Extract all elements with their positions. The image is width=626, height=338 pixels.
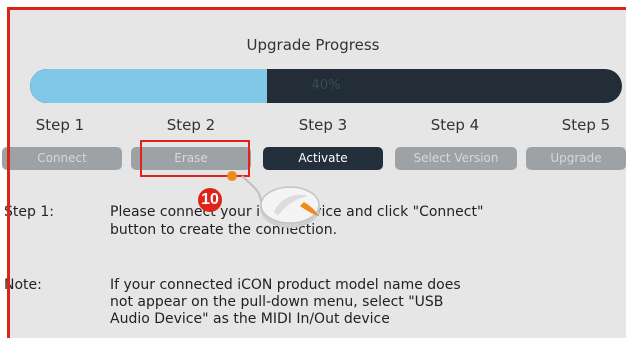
note-line2: not appear on the pull-down menu, select… [110,294,444,310]
step-2-label: Step 2 [166,116,216,134]
upgrade-button[interactable]: Upgrade [526,147,626,170]
activate-button[interactable]: Activate [263,147,383,170]
step-5-label: Step 5 [561,116,611,134]
mouse-click-icon [241,175,320,228]
step-3-label: Step 3 [298,116,348,134]
select-version-button[interactable]: Select Version [395,147,517,170]
page-title: Upgrade Progress [246,36,380,54]
click-point-marker [227,171,237,181]
red-frame-left [7,7,10,338]
step-1-label: Step 1 [35,116,85,134]
progress-percent: 40% [311,78,341,93]
note-line3: Audio Device" as the MIDI In/Out device [110,311,390,327]
connect-button[interactable]: Connect [2,147,122,170]
step-4-label: Step 4 [430,116,480,134]
note-line1: If your connected iCON product model nam… [110,277,461,293]
step1-instruction-label: Step 1: [4,204,54,220]
red-frame-top [7,7,626,10]
callout-number-badge: 10 [198,188,222,212]
progress-bar: 40% [30,69,622,103]
